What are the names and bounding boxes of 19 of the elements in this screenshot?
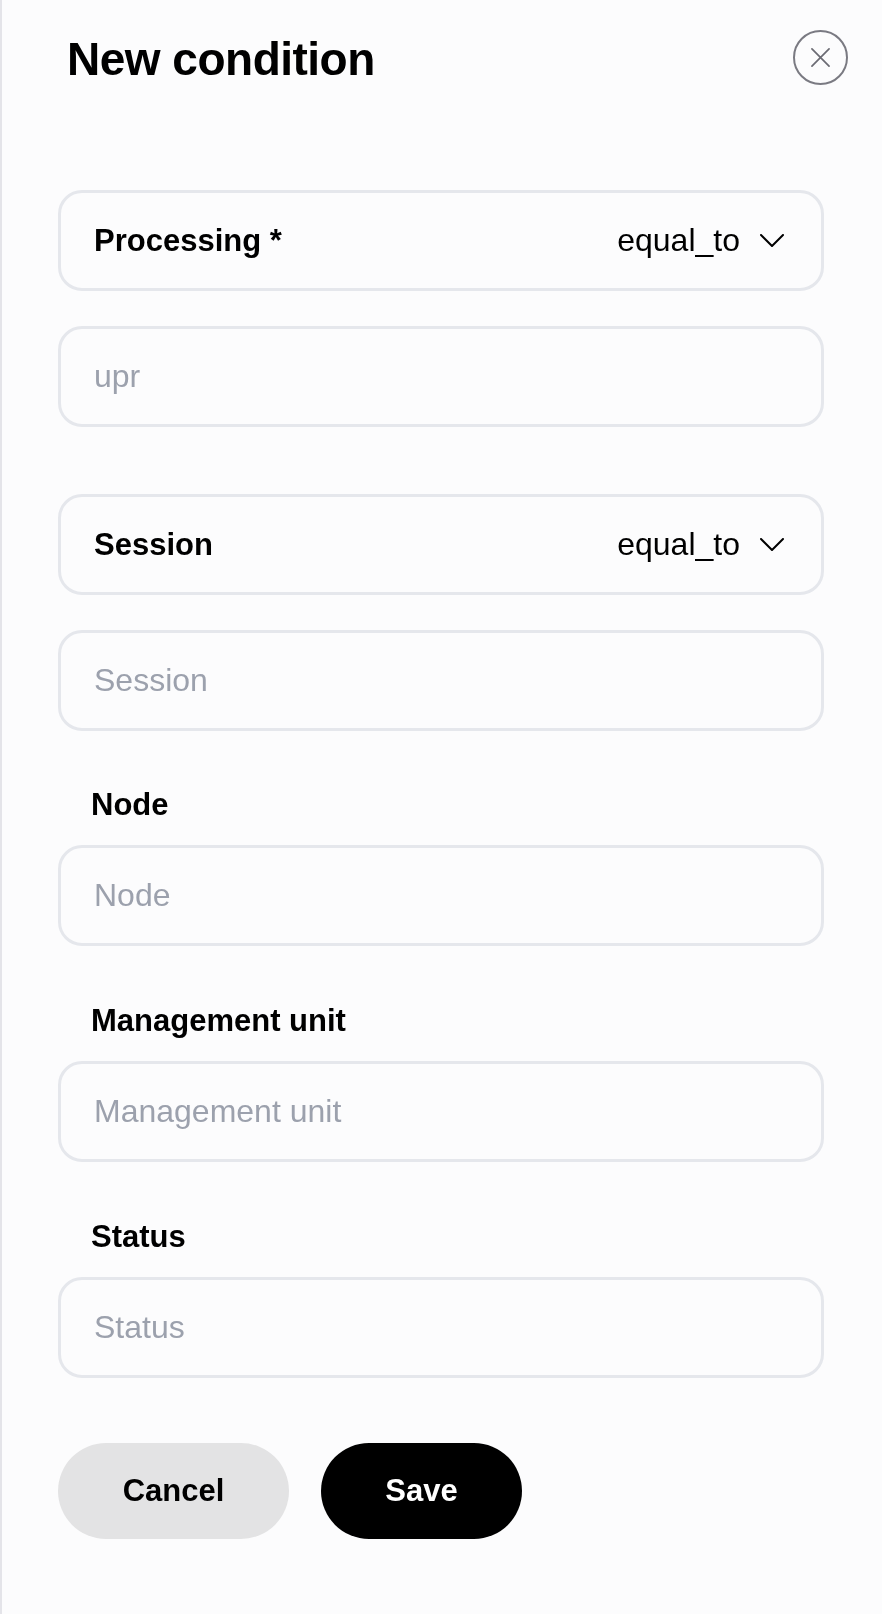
field-label: Session [94, 526, 213, 563]
field-label: Node [90, 787, 169, 823]
chevron-down-icon [760, 234, 784, 247]
text-field[interactable]: Status [58, 1277, 824, 1378]
cancel-button[interactable]: Cancel [58, 1443, 289, 1539]
field-label: Status [90, 1219, 186, 1255]
text-field[interactable]: upr [58, 326, 824, 427]
field-label: Processing * [94, 222, 282, 259]
operator-dropdown[interactable]: equal_to [617, 222, 784, 259]
chevron-down-icon [760, 538, 784, 551]
close-icon [811, 48, 830, 67]
operator-dropdown[interactable]: equal_to [617, 526, 784, 563]
text-field[interactable]: Node [58, 845, 824, 946]
field-label: Management unit [90, 1003, 346, 1039]
save-button[interactable]: Save [321, 1443, 522, 1539]
dialog-title: New condition [67, 33, 375, 86]
close-button[interactable] [793, 30, 848, 85]
text-field[interactable]: Management unit [58, 1061, 824, 1162]
text-field[interactable]: Session [58, 630, 824, 731]
